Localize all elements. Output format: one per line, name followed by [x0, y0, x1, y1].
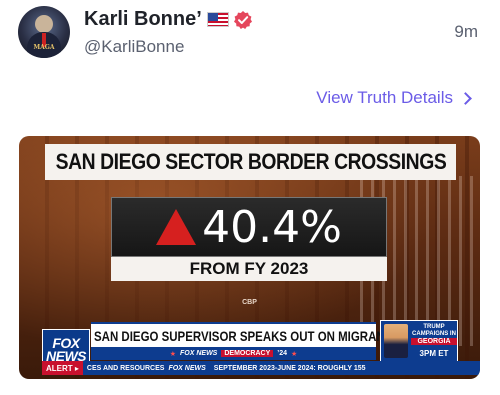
avatar[interactable]: MAGA: [18, 6, 70, 58]
chyron-sub-tag: DEMOCRACY: [221, 350, 274, 357]
ticker-text-1: CES AND RESOURCES: [86, 364, 165, 372]
view-truth-details-label[interactable]: View Truth Details: [316, 88, 453, 108]
graphic-headline-text: SAN DIEGO SECTOR BORDER CROSSINGS: [55, 149, 446, 174]
display-name[interactable]: Karli Bonne’: [84, 8, 253, 31]
star-icon: ★: [290, 350, 298, 358]
stat-subtitle-text: FROM FY 2023: [189, 259, 309, 278]
user-handle[interactable]: @KarliBonne: [84, 37, 184, 57]
up-triangle-icon: [156, 209, 197, 245]
avatar-head: [35, 15, 53, 33]
view-truth-details-link[interactable]: View Truth Details: [316, 88, 472, 108]
stat-subtitle: FROM FY 2023: [111, 257, 387, 281]
promo-box: TRUMP CAMPAIGNS IN GEORGIA 3PM ET: [380, 320, 458, 362]
us-flag-icon: [206, 12, 229, 27]
promo-portrait: [384, 324, 408, 358]
ticker-text-2: SEPTEMBER 2023-JUNE 2024: ROUGHLY 155: [213, 364, 366, 372]
promo-line3: 3PM ET: [419, 349, 449, 358]
promo-line1: TRUMP CAMPAIGNS IN: [412, 324, 456, 337]
stat-value: 40.4%: [202, 201, 342, 253]
star-icon: ★: [169, 350, 177, 358]
promo-line2: GEORGIA: [411, 338, 457, 345]
post-timestamp: 9m: [454, 22, 478, 41]
display-name-text[interactable]: Karli Bonne’: [84, 8, 202, 31]
chyron-headline: SAN DIEGO SUPERVISOR SPEAKS OUT ON MIGRA…: [91, 322, 433, 347]
chevron-right-icon: [459, 91, 472, 105]
avatar-text: MAGA: [33, 44, 55, 51]
post-media-image[interactable]: SAN DIEGO SECTOR BORDER CROSSINGS 40.4% …: [19, 136, 480, 379]
ticker-alert: ALERT ▸: [42, 361, 83, 375]
ticker-brand: FOX NEWS: [168, 364, 206, 372]
chyron-sub-brand: FOX NEWS: [180, 350, 218, 357]
truth-post: MAGA Karli Bonne’ @KarliBonne 9m View Tr…: [0, 0, 500, 395]
chyron-subbar: ★ FOX NEWS DEMOCRACY ’24 ★: [91, 347, 376, 360]
source-label: CBP: [242, 299, 257, 306]
chyron-sub-year: ’24: [277, 350, 287, 357]
graphic-headline: SAN DIEGO SECTOR BORDER CROSSINGS: [45, 144, 456, 180]
news-ticker: ALERT ▸ CES AND RESOURCES FOX NEWS SEPTE…: [42, 361, 480, 375]
stat-box: 40.4%: [111, 197, 387, 257]
verified-badge-icon: [233, 10, 253, 30]
